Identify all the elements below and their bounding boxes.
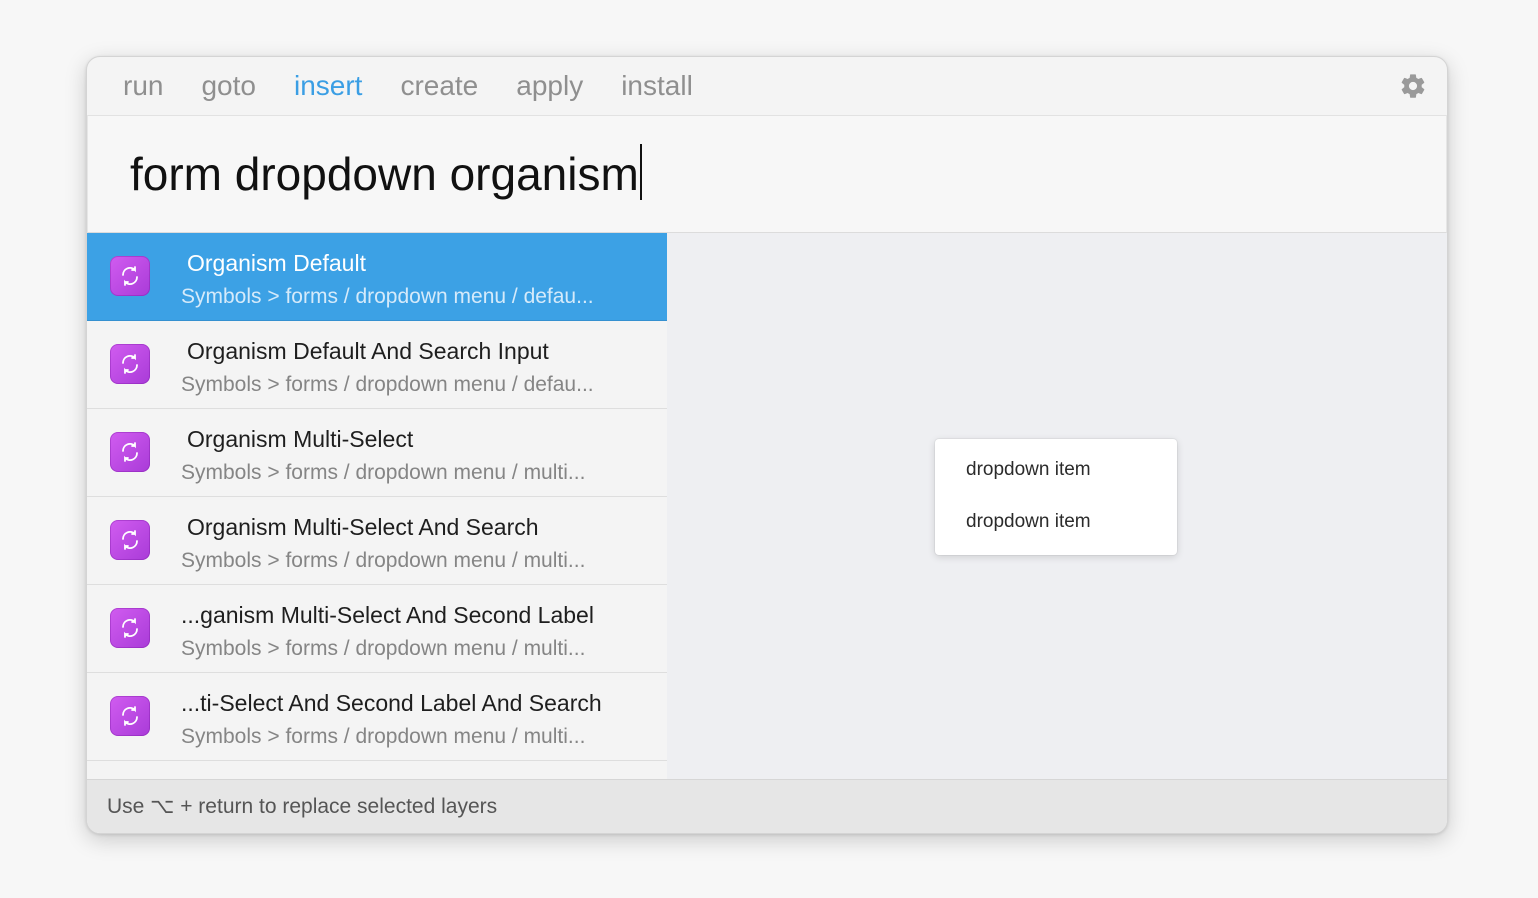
symbol-sync-icon <box>110 344 150 384</box>
gear-icon[interactable] <box>1399 72 1427 100</box>
search-box[interactable]: form dropdown organism <box>87 115 1447 233</box>
result-path: Symbols > forms / dropdown menu / multi.… <box>181 461 586 484</box>
status-footer: Use ⌥ + return to replace selected layer… <box>87 779 1447 833</box>
symbol-sync-icon <box>110 256 150 296</box>
tab-apply[interactable]: apply <box>516 57 583 115</box>
tab-run[interactable]: run <box>123 57 163 115</box>
result-row[interactable]: ...ganism Multi-Select And Second Label … <box>87 585 667 673</box>
result-title: Organism Default <box>187 250 366 276</box>
result-row[interactable]: Organism Default And Search Input Symbol… <box>87 321 667 409</box>
app-window: run goto insert create apply install for… <box>86 56 1448 834</box>
dropdown-preview: dropdown item dropdown item <box>935 439 1177 555</box>
symbol-sync-icon <box>110 520 150 560</box>
footer-hint: Use ⌥ + return to replace selected layer… <box>107 795 498 818</box>
result-path: Symbols > forms / dropdown menu / multi.… <box>181 549 586 572</box>
dropdown-item: dropdown item <box>966 511 1091 532</box>
result-title: Organism Default And Search Input <box>187 338 549 364</box>
tab-install[interactable]: install <box>621 57 693 115</box>
result-row[interactable]: Organism Default Symbols > forms / dropd… <box>87 233 667 321</box>
result-title: ...ganism Multi-Select And Second Label <box>181 602 594 628</box>
result-path: Symbols > forms / dropdown menu / multi.… <box>181 637 586 660</box>
result-title: Organism Multi-Select <box>187 426 414 452</box>
tab-create[interactable]: create <box>400 57 478 115</box>
result-row[interactable]: Organism Multi-Select And Search Symbols… <box>87 497 667 585</box>
text-caret <box>639 144 642 200</box>
symbol-sync-icon <box>110 432 150 472</box>
result-path: Symbols > forms / dropdown menu / multi.… <box>181 725 586 748</box>
symbol-sync-icon <box>110 608 150 648</box>
symbol-preview-pane: dropdown item dropdown item <box>667 233 1447 779</box>
dropdown-item: dropdown item <box>966 459 1091 480</box>
result-title: Organism Multi-Select And Search <box>187 514 539 540</box>
tab-insert[interactable]: insert <box>294 57 362 115</box>
tab-goto[interactable]: goto <box>201 57 256 115</box>
search-query: form dropdown organism <box>130 148 639 200</box>
result-row[interactable]: ...ti-Select And Second Label And Search… <box>87 673 667 761</box>
mode-tabs: run goto insert create apply install <box>87 57 1447 115</box>
result-path: Symbols > forms / dropdown menu / defau.… <box>181 285 594 308</box>
result-row[interactable]: Organism Multi-Select Symbols > forms / … <box>87 409 667 497</box>
symbol-sync-icon <box>110 696 150 736</box>
result-path: Symbols > forms / dropdown menu / defau.… <box>181 373 594 396</box>
results-list[interactable]: Organism Default Symbols > forms / dropd… <box>87 233 667 779</box>
search-input[interactable]: form dropdown organism <box>130 144 642 204</box>
result-title: ...ti-Select And Second Label And Search <box>181 690 602 716</box>
